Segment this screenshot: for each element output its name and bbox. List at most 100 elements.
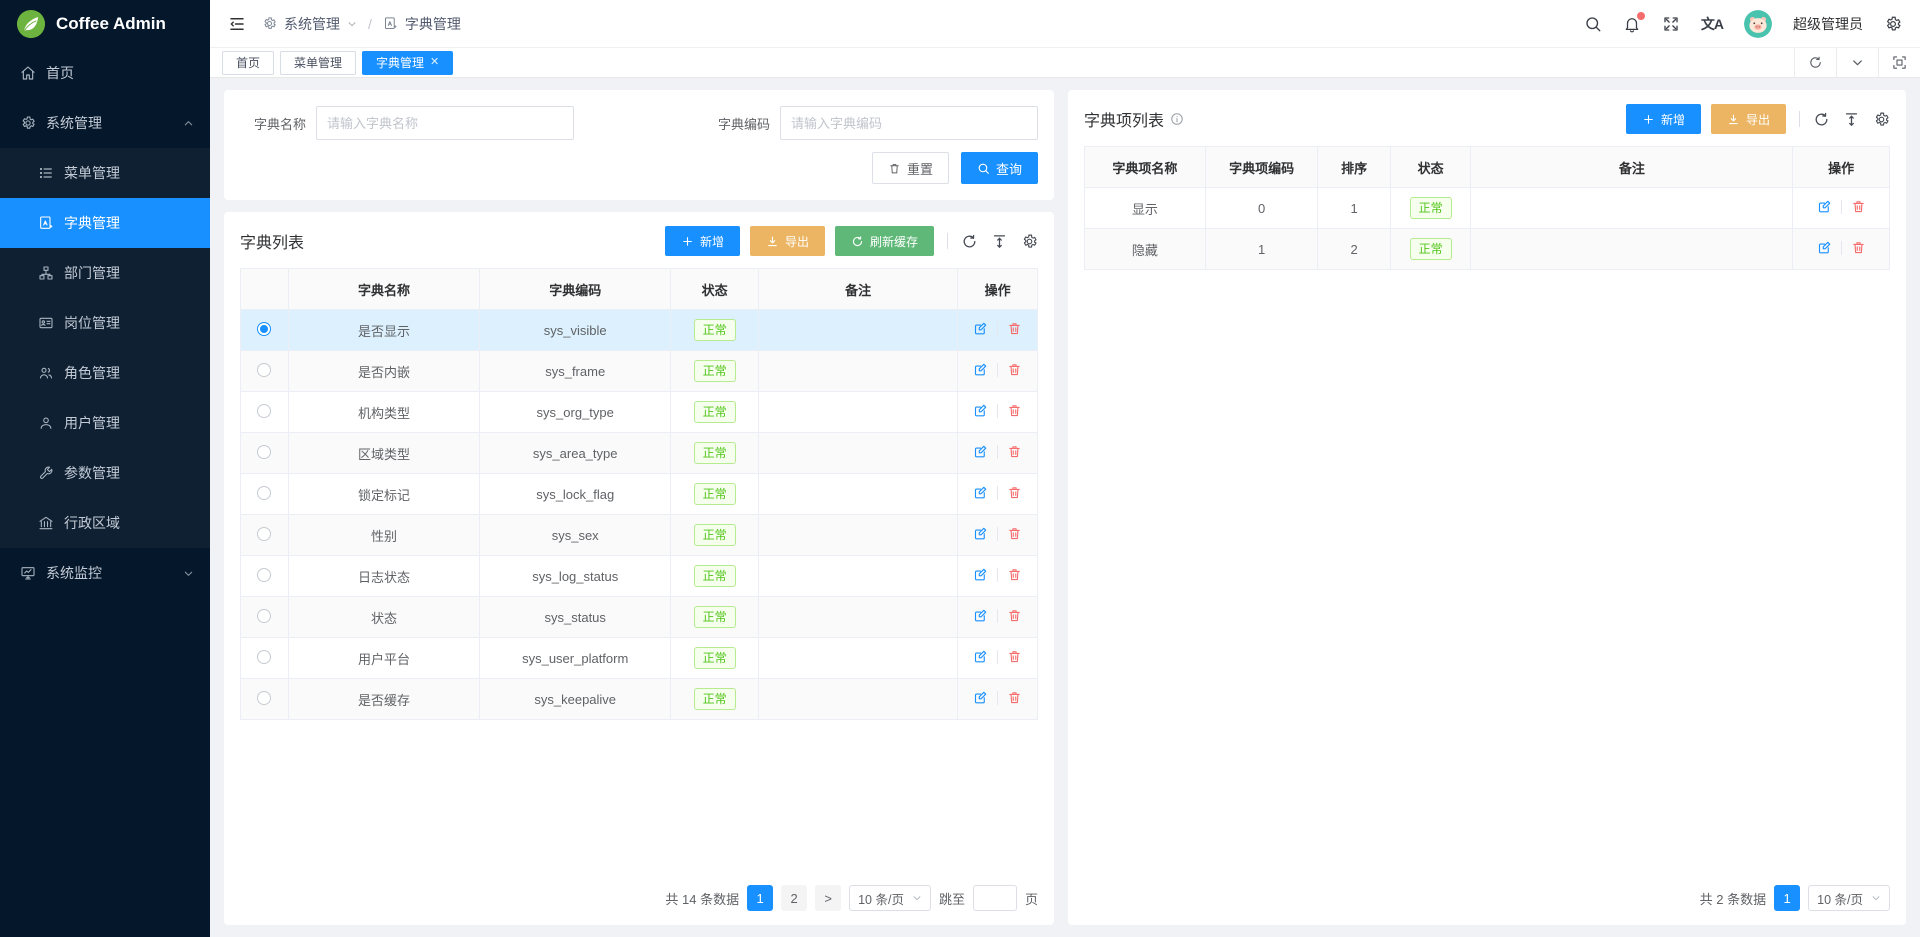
table-row[interactable]: 状态sys_status正常 [241, 597, 1038, 638]
row-radio[interactable] [257, 363, 271, 377]
table-row[interactable]: 是否显示sys_visible正常 [241, 310, 1038, 351]
edit-icon[interactable] [1817, 199, 1832, 214]
close-icon[interactable]: ✕ [430, 57, 439, 68]
add-item-button[interactable]: 新增 [1626, 104, 1701, 134]
refresh-icon[interactable] [1794, 48, 1836, 78]
edit-icon[interactable] [973, 690, 988, 705]
row-radio[interactable] [257, 404, 271, 418]
row-height-icon[interactable] [991, 233, 1008, 250]
delete-icon[interactable] [1007, 690, 1022, 705]
query-button[interactable]: 查询 [961, 152, 1038, 184]
page-size-select[interactable]: 10 条/页 [849, 885, 931, 911]
row-radio[interactable] [257, 445, 271, 459]
export-item-button[interactable]: 导出 [1711, 104, 1786, 134]
add-button[interactable]: 新增 [665, 226, 740, 256]
row-radio[interactable] [257, 691, 271, 705]
sidebar-item-role-mgmt[interactable]: 角色管理 [0, 348, 210, 398]
sidebar-item-param-mgmt[interactable]: 参数管理 [0, 448, 210, 498]
search-icon[interactable] [1584, 15, 1602, 33]
table-row[interactable]: 隐藏12正常 [1085, 229, 1890, 270]
sidebar-group-monitor[interactable]: 系统监控 [0, 548, 210, 598]
tab-home[interactable]: 首页 [222, 51, 274, 75]
refresh-cache-button[interactable]: 刷新缓存 [835, 226, 934, 256]
row-radio[interactable] [257, 322, 271, 336]
table-row[interactable]: 用户平台sys_user_platform正常 [241, 638, 1038, 679]
edit-icon[interactable] [973, 444, 988, 459]
settings-gear-icon[interactable] [1884, 15, 1902, 33]
sidebar-item-home[interactable]: 首页 [0, 48, 210, 98]
tab-menu-mgmt[interactable]: 菜单管理 [280, 51, 356, 75]
sidebar-item-admin-region[interactable]: 行政区域 [0, 498, 210, 548]
jump-page-input[interactable] [973, 885, 1017, 911]
info-icon[interactable] [1170, 112, 1184, 126]
edit-icon[interactable] [973, 321, 988, 336]
fullscreen-icon[interactable] [1662, 15, 1680, 33]
item-name-cell: 显示 [1085, 188, 1206, 229]
user-name[interactable]: 超级管理员 [1793, 14, 1863, 34]
table-row[interactable]: 显示01正常 [1085, 188, 1890, 229]
delete-icon[interactable] [1851, 240, 1866, 255]
tab-dict-mgmt[interactable]: 字典管理✕ [362, 51, 453, 75]
org-tree-icon [38, 265, 54, 281]
translate-icon[interactable]: 文A [1701, 14, 1723, 34]
edit-icon[interactable] [973, 362, 988, 377]
sidebar-item-dept-mgmt[interactable]: 部门管理 [0, 248, 210, 298]
sidebar-item-menu-mgmt[interactable]: 菜单管理 [0, 148, 210, 198]
notification-bell[interactable] [1623, 15, 1641, 33]
edit-icon[interactable] [973, 403, 988, 418]
app-logo[interactable]: Coffee Admin [0, 0, 210, 48]
dict-list-card: 字典列表 新增 导出 刷新缓存 [224, 212, 1054, 925]
sidebar-item-user-mgmt[interactable]: 用户管理 [0, 398, 210, 448]
chevron-down-icon[interactable] [1836, 48, 1878, 78]
page-button[interactable]: 1 [1774, 885, 1800, 911]
page-button[interactable]: 2 [781, 885, 807, 911]
delete-icon[interactable] [1851, 199, 1866, 214]
sidebar-item-dict-mgmt[interactable]: 字典管理 [0, 198, 210, 248]
table-row[interactable]: 锁定标记sys_lock_flag正常 [241, 474, 1038, 515]
delete-icon[interactable] [1007, 403, 1022, 418]
sidebar-group-system[interactable]: 系统管理 [0, 98, 210, 148]
delete-icon[interactable] [1007, 567, 1022, 582]
page-size-select[interactable]: 10 条/页 [1808, 885, 1890, 911]
dict-name-input[interactable] [316, 106, 574, 140]
maximize-icon[interactable] [1878, 48, 1920, 78]
delete-icon[interactable] [1007, 649, 1022, 664]
row-radio[interactable] [257, 486, 271, 500]
delete-icon[interactable] [1007, 362, 1022, 377]
next-page-button[interactable]: > [815, 885, 841, 911]
table-row[interactable]: 区域类型sys_area_type正常 [241, 433, 1038, 474]
edit-icon[interactable] [973, 485, 988, 500]
reset-button[interactable]: 重置 [872, 152, 949, 184]
edit-icon[interactable] [973, 608, 988, 623]
page-button[interactable]: 1 [747, 885, 773, 911]
sidebar-collapse-icon[interactable] [228, 15, 246, 33]
sidebar-item-post-mgmt[interactable]: 岗位管理 [0, 298, 210, 348]
delete-icon[interactable] [1007, 485, 1022, 500]
edit-icon[interactable] [973, 567, 988, 582]
refresh-icon[interactable] [961, 233, 978, 250]
table-row[interactable]: 是否内嵌sys_frame正常 [241, 351, 1038, 392]
avatar[interactable] [1744, 10, 1772, 38]
row-radio[interactable] [257, 609, 271, 623]
refresh-icon[interactable] [1813, 111, 1830, 128]
edit-icon[interactable] [973, 649, 988, 664]
row-radio[interactable] [257, 650, 271, 664]
row-height-icon[interactable] [1843, 111, 1860, 128]
dict-code-input[interactable] [780, 106, 1038, 140]
row-radio[interactable] [257, 527, 271, 541]
table-row[interactable]: 日志状态sys_log_status正常 [241, 556, 1038, 597]
table-row[interactable]: 是否缓存sys_keepalive正常 [241, 679, 1038, 720]
row-radio[interactable] [257, 568, 271, 582]
export-button[interactable]: 导出 [750, 226, 825, 256]
breadcrumb-item-system[interactable]: 系统管理 [284, 14, 340, 34]
table-row[interactable]: 机构类型sys_org_type正常 [241, 392, 1038, 433]
delete-icon[interactable] [1007, 608, 1022, 623]
delete-icon[interactable] [1007, 526, 1022, 541]
edit-icon[interactable] [1817, 240, 1832, 255]
column-settings-icon[interactable] [1873, 111, 1890, 128]
column-settings-icon[interactable] [1021, 233, 1038, 250]
delete-icon[interactable] [1007, 321, 1022, 336]
table-row[interactable]: 性别sys_sex正常 [241, 515, 1038, 556]
delete-icon[interactable] [1007, 444, 1022, 459]
edit-icon[interactable] [973, 526, 988, 541]
